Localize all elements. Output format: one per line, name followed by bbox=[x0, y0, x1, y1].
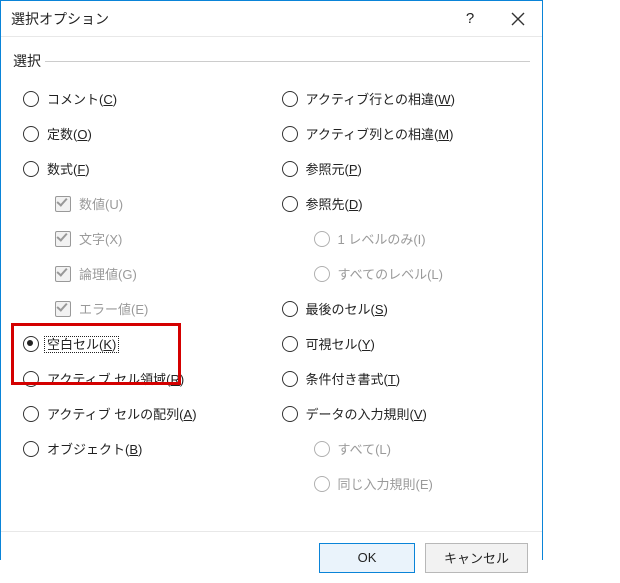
option-current-region[interactable]: アクティブ セル領域(R) bbox=[13, 361, 272, 396]
checkbox-label: 論理値(G) bbox=[79, 264, 137, 283]
go-to-special-dialog: 選択オプション ? 選択 コメント(C) 定数(O) bbox=[0, 0, 543, 560]
option-validation-same: 同じ入力規則(E) bbox=[272, 466, 531, 501]
radio-icon bbox=[314, 476, 330, 492]
titlebar: 選択オプション ? bbox=[1, 1, 542, 37]
option-conditional-formats[interactable]: 条件付き書式(T) bbox=[272, 361, 531, 396]
radio-icon bbox=[314, 441, 330, 457]
option-label: 参照元(P) bbox=[306, 159, 362, 178]
radio-icon bbox=[23, 441, 39, 457]
radio-icon bbox=[23, 336, 39, 352]
radio-icon bbox=[282, 91, 298, 107]
options-columns: コメント(C) 定数(O) 数式(F) 数値(U) 文字(X) bbox=[13, 71, 530, 501]
option-constants[interactable]: 定数(O) bbox=[13, 116, 272, 151]
option-label: 可視セル(Y) bbox=[306, 334, 375, 353]
option-label: アクティブ行との相違(W) bbox=[306, 89, 455, 108]
checkbox-icon bbox=[55, 266, 71, 282]
checkbox-label: 数値(U) bbox=[79, 194, 123, 213]
radio-icon bbox=[282, 336, 298, 352]
option-label: 1 レベルのみ(I) bbox=[338, 229, 426, 248]
radio-icon bbox=[23, 371, 39, 387]
option-comments[interactable]: コメント(C) bbox=[13, 81, 272, 116]
button-label: キャンセル bbox=[444, 548, 509, 567]
button-label: OK bbox=[358, 550, 377, 565]
right-column: アクティブ行との相違(W) アクティブ列との相違(M) 参照元(P) 参照先(D… bbox=[272, 81, 531, 501]
checkbox-numbers: 数値(U) bbox=[13, 186, 272, 221]
close-button[interactable] bbox=[494, 1, 542, 37]
checkbox-errors: エラー値(E) bbox=[13, 291, 272, 326]
ok-button[interactable]: OK bbox=[319, 543, 415, 573]
option-data-validation[interactable]: データの入力規則(V) bbox=[272, 396, 531, 431]
radio-icon bbox=[282, 301, 298, 317]
radio-icon bbox=[282, 406, 298, 422]
group-legend: 選択 bbox=[9, 51, 45, 71]
option-label: アクティブ セル領域(R) bbox=[47, 369, 184, 388]
radio-icon bbox=[314, 231, 330, 247]
option-direct-only: 1 レベルのみ(I) bbox=[272, 221, 531, 256]
radio-icon bbox=[282, 126, 298, 142]
button-bar: OK キャンセル bbox=[1, 531, 542, 583]
option-label: 最後のセル(S) bbox=[306, 299, 388, 318]
option-current-array[interactable]: アクティブ セルの配列(A) bbox=[13, 396, 272, 431]
option-label: アクティブ セルの配列(A) bbox=[47, 404, 197, 423]
checkbox-label: 文字(X) bbox=[79, 229, 122, 248]
option-label: 条件付き書式(T) bbox=[306, 369, 401, 388]
option-label: データの入力規則(V) bbox=[306, 404, 427, 423]
checkbox-text: 文字(X) bbox=[13, 221, 272, 256]
option-visible-cells[interactable]: 可視セル(Y) bbox=[272, 326, 531, 361]
option-label: すべて(L) bbox=[338, 439, 391, 458]
radio-icon bbox=[282, 196, 298, 212]
option-all-levels: すべてのレベル(L) bbox=[272, 256, 531, 291]
option-row-differences[interactable]: アクティブ行との相違(W) bbox=[272, 81, 531, 116]
option-last-cell[interactable]: 最後のセル(S) bbox=[272, 291, 531, 326]
radio-icon bbox=[23, 161, 39, 177]
select-group: 選択 コメント(C) 定数(O) 数式(F) 数値(U) bbox=[13, 51, 530, 501]
option-label: 同じ入力規則(E) bbox=[338, 474, 433, 493]
option-label: オブジェクト(B) bbox=[47, 439, 142, 458]
help-button[interactable]: ? bbox=[446, 1, 494, 37]
option-label: 定数(O) bbox=[47, 124, 92, 143]
option-label: 参照先(D) bbox=[306, 194, 363, 213]
left-column: コメント(C) 定数(O) 数式(F) 数値(U) 文字(X) bbox=[13, 81, 272, 501]
option-label: 空白セル(K) bbox=[47, 334, 119, 353]
checkbox-logicals: 論理値(G) bbox=[13, 256, 272, 291]
option-precedents[interactable]: 参照元(P) bbox=[272, 151, 531, 186]
checkbox-icon bbox=[55, 231, 71, 247]
checkbox-icon bbox=[55, 301, 71, 317]
option-col-differences[interactable]: アクティブ列との相違(M) bbox=[272, 116, 531, 151]
radio-icon bbox=[23, 126, 39, 142]
radio-icon bbox=[314, 266, 330, 282]
option-label: すべてのレベル(L) bbox=[338, 264, 443, 283]
option-label: 数式(F) bbox=[47, 159, 90, 178]
option-dependents[interactable]: 参照先(D) bbox=[272, 186, 531, 221]
close-icon bbox=[511, 12, 525, 26]
cancel-button[interactable]: キャンセル bbox=[425, 543, 528, 573]
help-icon: ? bbox=[466, 10, 474, 27]
checkbox-icon bbox=[55, 196, 71, 212]
radio-icon bbox=[23, 406, 39, 422]
option-formulas[interactable]: 数式(F) bbox=[13, 151, 272, 186]
option-label: コメント(C) bbox=[47, 89, 117, 108]
radio-icon bbox=[23, 91, 39, 107]
option-validation-all: すべて(L) bbox=[272, 431, 531, 466]
checkbox-label: エラー値(E) bbox=[79, 299, 148, 318]
option-label: アクティブ列との相違(M) bbox=[306, 124, 454, 143]
option-blanks[interactable]: 空白セル(K) bbox=[13, 326, 272, 361]
radio-icon bbox=[282, 161, 298, 177]
dialog-title: 選択オプション bbox=[11, 9, 446, 29]
radio-icon bbox=[282, 371, 298, 387]
option-objects[interactable]: オブジェクト(B) bbox=[13, 431, 272, 466]
